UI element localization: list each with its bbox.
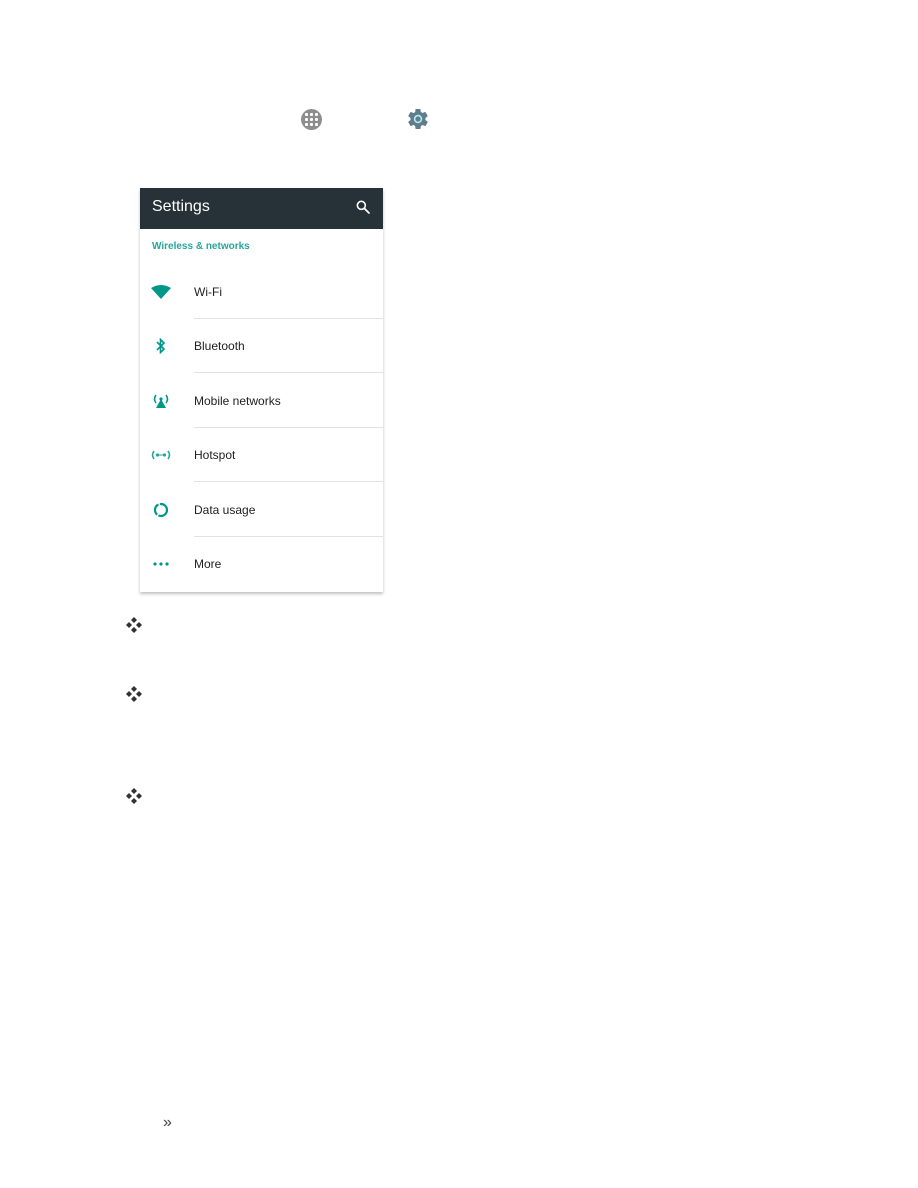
settings-item-bluetooth[interactable]: Bluetooth — [140, 319, 383, 373]
settings-item-wifi[interactable]: Wi-Fi — [140, 265, 383, 319]
divider — [194, 481, 383, 482]
toolbar-title: Settings — [152, 198, 210, 215]
apps-icon — [301, 109, 322, 130]
hotspot-icon — [151, 450, 171, 460]
settings-item-mobile-networks[interactable]: Mobile networks — [140, 374, 383, 428]
diamond-bullet-icon — [126, 686, 142, 702]
item-label: Data usage — [194, 503, 256, 517]
settings-item-more[interactable]: More — [140, 537, 383, 591]
mobile-networks-icon — [153, 394, 169, 408]
settings-item-hotspot[interactable]: Hotspot — [140, 428, 383, 482]
item-label: More — [194, 557, 222, 571]
diamond-bullet-icon — [126, 617, 142, 633]
bluetooth-icon — [156, 338, 166, 354]
double-chevron-icon: » — [163, 1114, 172, 1131]
settings-item-data-usage[interactable]: Data usage — [140, 483, 383, 537]
item-label: Mobile networks — [194, 394, 281, 408]
item-label: Wi-Fi — [194, 285, 222, 299]
divider — [194, 372, 383, 373]
settings-screenshot: Settings Wireless & networks Wi-Fi Bluet… — [140, 188, 383, 592]
data-usage-icon — [153, 502, 169, 518]
diamond-bullet-icon — [126, 788, 142, 804]
more-icon — [153, 562, 169, 566]
gear-icon — [408, 109, 428, 130]
item-label: Bluetooth — [194, 339, 245, 353]
search-icon[interactable] — [355, 199, 371, 215]
section-header: Wireless & networks — [152, 241, 250, 252]
wifi-icon — [151, 285, 171, 299]
toolbar: Settings — [140, 188, 383, 229]
item-label: Hotspot — [194, 448, 236, 462]
